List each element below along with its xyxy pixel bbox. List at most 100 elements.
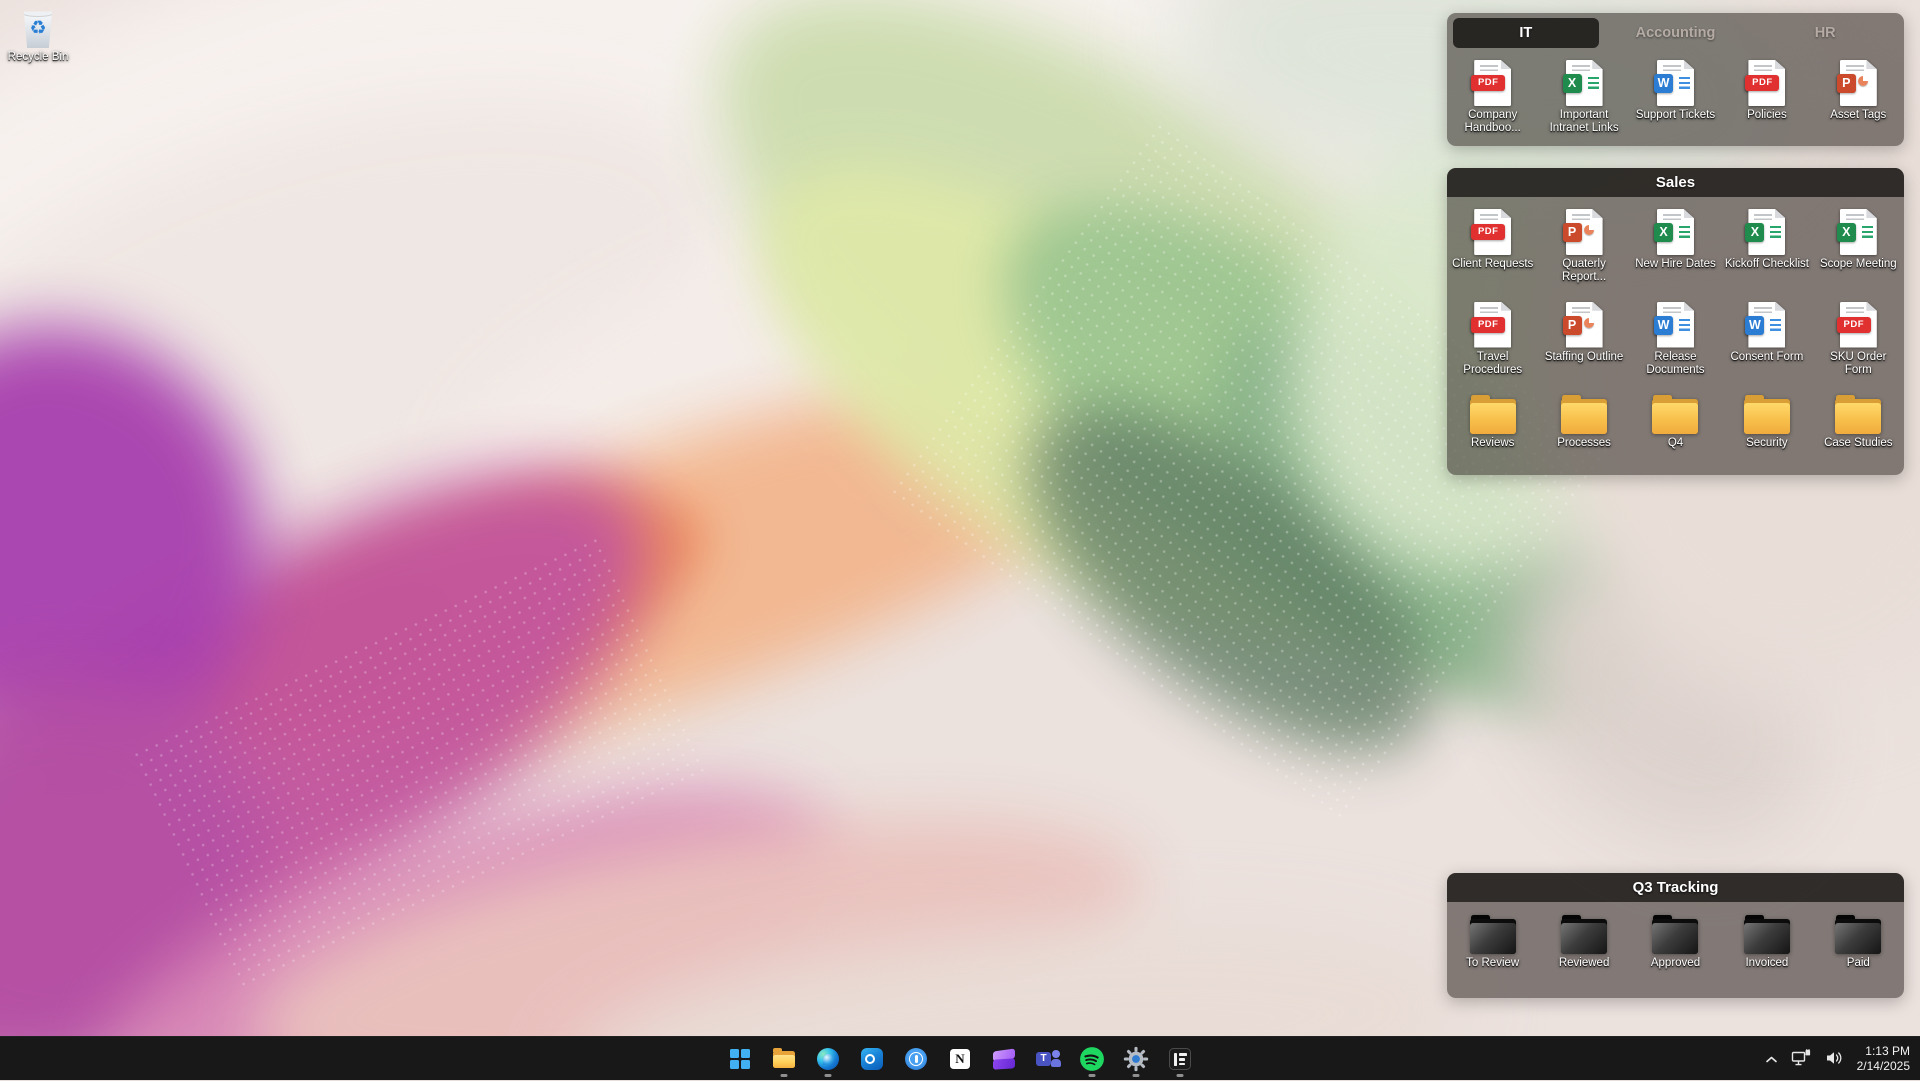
desktop-item-asset-tags[interactable]: PAsset Tags xyxy=(1813,48,1904,144)
recycle-bin-icon: ♻ xyxy=(22,10,54,48)
dark-folder-icon xyxy=(1470,919,1516,954)
desktop-item-important-intranet-links[interactable]: XImportant Intranet Links xyxy=(1538,48,1629,144)
file-badge: W xyxy=(1745,316,1764,335)
desktop-item-client-requests[interactable]: PDFClient Requests xyxy=(1447,197,1538,290)
dark-folder-icon xyxy=(1835,919,1881,954)
item-label: New Hire Dates xyxy=(1632,258,1718,271)
taskbar-app-strip: NT xyxy=(720,1037,1200,1081)
file-badge: X xyxy=(1654,223,1673,242)
desktop-item-travel-procedures[interactable]: PDFTravel Procedures xyxy=(1447,290,1538,383)
ppt-file-icon: P xyxy=(1840,60,1877,106)
recycle-symbol-icon: ♻ xyxy=(22,18,54,40)
item-label: Paid xyxy=(1815,957,1901,970)
fence-panel-sales: Sales PDFClient RequestsPQuaterly Report… xyxy=(1447,168,1904,475)
network-icon[interactable] xyxy=(1791,1049,1812,1069)
taskbar-explorer-button[interactable] xyxy=(764,1039,804,1079)
fence-tab-it[interactable]: IT xyxy=(1453,18,1599,48)
desktop-item-release-documents[interactable]: W Release Documents xyxy=(1630,290,1721,383)
taskbar-clipchamp-button[interactable] xyxy=(984,1039,1024,1079)
fence-panel-tabbed: ITAccountingHR PDFCompany Handboo...XImp… xyxy=(1447,13,1904,146)
ppt-file-icon: P xyxy=(1566,209,1603,255)
volume-icon[interactable] xyxy=(1825,1050,1844,1069)
desktop-item-sku-order-form[interactable]: PDFSKU Order Form xyxy=(1813,290,1904,383)
folder-icon xyxy=(1470,399,1516,434)
taskbar-1password-button[interactable] xyxy=(896,1039,936,1079)
excel-file-icon: X xyxy=(1840,209,1877,255)
desktop-item-kickoff-checklist[interactable]: X Kickoff Checklist xyxy=(1721,197,1812,290)
file-badge: W xyxy=(1654,316,1673,335)
desktop-item-invoiced[interactable]: Invoiced xyxy=(1721,902,1812,998)
item-label: SKU Order Form xyxy=(1815,351,1901,377)
taskbar-clock[interactable]: 1:13 PM 2/14/2025 xyxy=(1857,1044,1910,1074)
excel-file-icon: X xyxy=(1566,60,1603,106)
taskbar-spotify-button[interactable] xyxy=(1072,1039,1112,1079)
desktop-item-new-hire-dates[interactable]: X New Hire Dates xyxy=(1630,197,1721,290)
desktop-item-scope-meeting[interactable]: X Scope Meeting xyxy=(1813,197,1904,290)
desktop-item-policies[interactable]: PDFPolicies xyxy=(1721,48,1812,144)
fence-panel-q3: Q3 Tracking To ReviewReviewedApprovedInv… xyxy=(1447,873,1904,998)
dark-folder-icon xyxy=(1744,919,1790,954)
file-badge: PDF xyxy=(1471,75,1505,91)
desktop-item-paid[interactable]: Paid xyxy=(1813,902,1904,998)
item-label: Reviews xyxy=(1450,437,1536,450)
item-label: Processes xyxy=(1541,437,1627,450)
taskbar-edge-button[interactable] xyxy=(808,1039,848,1079)
item-label: Case Studies xyxy=(1815,437,1901,450)
spotify-icon xyxy=(1079,1046,1105,1072)
desktop-item-company-handboo[interactable]: PDFCompany Handboo... xyxy=(1447,48,1538,144)
taskbar-settings-button[interactable] xyxy=(1116,1039,1156,1079)
desktop-item-to-review[interactable]: To Review xyxy=(1447,902,1538,998)
item-label: Security xyxy=(1724,437,1810,450)
item-label: Support Tickets xyxy=(1632,109,1718,122)
excel-file-icon: X xyxy=(1657,209,1694,255)
word-file-icon: W xyxy=(1657,60,1694,106)
fence-tab-hr[interactable]: HR xyxy=(1752,18,1898,48)
file-badge: X xyxy=(1837,223,1856,242)
item-label: Kickoff Checklist xyxy=(1724,258,1810,271)
file-badge: X xyxy=(1563,74,1582,93)
item-label: Scope Meeting xyxy=(1815,258,1901,271)
desktop-item-security[interactable]: Security xyxy=(1721,382,1812,475)
desktop-item-staffing-outline[interactable]: PStaffing Outline xyxy=(1538,290,1629,383)
teams-icon: T xyxy=(1035,1046,1061,1072)
recycle-bin[interactable]: ♻ Recycle Bin xyxy=(6,10,70,64)
fence-title-q3-tracking[interactable]: Q3 Tracking xyxy=(1447,873,1904,902)
clipchamp-icon xyxy=(991,1046,1017,1072)
outlook-icon xyxy=(859,1046,885,1072)
recycle-bin-label: Recycle Bin xyxy=(6,51,70,64)
desktop-item-quaterly-report[interactable]: PQuaterly Report... xyxy=(1538,197,1629,290)
file-badge: W xyxy=(1654,74,1673,93)
folder-icon xyxy=(1835,399,1881,434)
desktop-item-q4[interactable]: Q4 xyxy=(1630,382,1721,475)
fence-grid-q3: To ReviewReviewedApprovedInvoicedPaid xyxy=(1447,902,1904,998)
item-label: Release Documents xyxy=(1632,351,1718,377)
desktop-item-approved[interactable]: Approved xyxy=(1630,902,1721,998)
desktop-item-reviews[interactable]: Reviews xyxy=(1447,382,1538,475)
running-indicator xyxy=(1133,1074,1140,1077)
taskbar-fences-button[interactable] xyxy=(1160,1039,1200,1079)
pdf-file-icon: PDF xyxy=(1474,302,1511,348)
file-badge: X xyxy=(1745,223,1764,242)
fence-tab-accounting[interactable]: Accounting xyxy=(1603,18,1749,48)
fence-grid-sales: PDFClient RequestsPQuaterly Report...XNe… xyxy=(1447,197,1904,475)
desktop-item-reviewed[interactable]: Reviewed xyxy=(1538,902,1629,998)
fence-title-sales[interactable]: Sales xyxy=(1447,168,1904,197)
desktop-item-support-tickets[interactable]: W Support Tickets xyxy=(1630,48,1721,144)
desktop-item-case-studies[interactable]: Case Studies xyxy=(1813,382,1904,475)
file-badge: PDF xyxy=(1745,75,1779,91)
word-file-icon: W xyxy=(1657,302,1694,348)
item-label: Client Requests xyxy=(1450,258,1536,271)
taskbar-outlook-button[interactable] xyxy=(852,1039,892,1079)
dark-folder-icon xyxy=(1561,919,1607,954)
taskbar-teams-button[interactable]: T xyxy=(1028,1039,1068,1079)
desktop-item-consent-form[interactable]: W Consent Form xyxy=(1721,290,1812,383)
file-badge: P xyxy=(1837,74,1856,93)
chevron-up-icon[interactable] xyxy=(1765,1052,1778,1067)
item-label: Reviewed xyxy=(1541,957,1627,970)
taskbar-start-button[interactable] xyxy=(720,1039,760,1079)
taskbar-notion-button[interactable]: N xyxy=(940,1039,980,1079)
dark-folder-icon xyxy=(1652,919,1698,954)
pdf-file-icon: PDF xyxy=(1748,60,1785,106)
item-label: Consent Form xyxy=(1724,351,1810,364)
desktop-item-processes[interactable]: Processes xyxy=(1538,382,1629,475)
